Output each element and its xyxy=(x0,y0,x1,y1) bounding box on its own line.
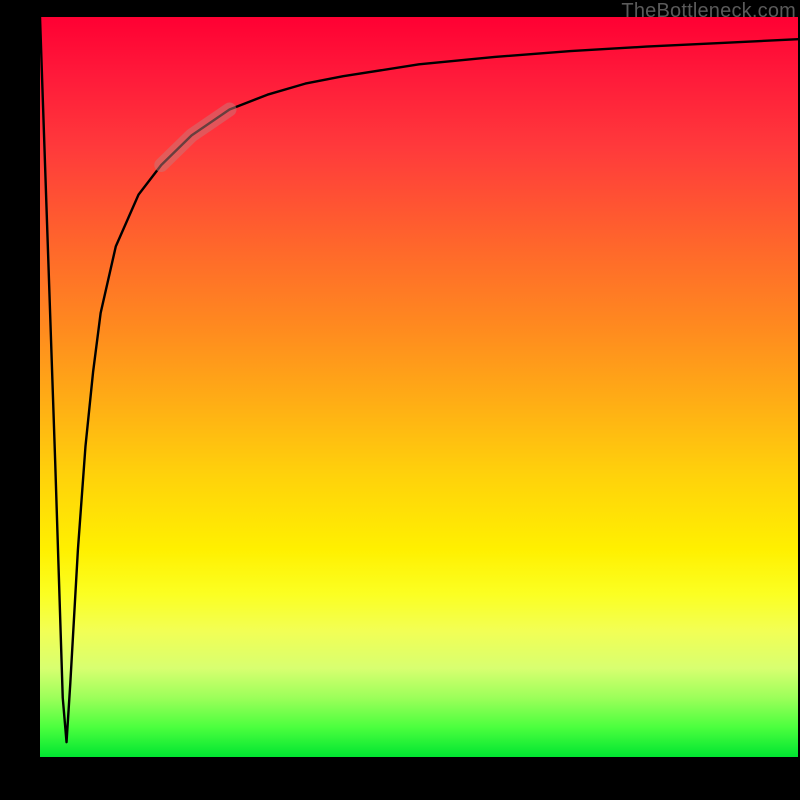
watermark-text: TheBottleneck.com xyxy=(621,0,796,23)
curve-highlight-segment xyxy=(161,110,229,166)
bottleneck-curve xyxy=(40,17,798,742)
plot-area xyxy=(40,17,798,757)
x-axis-blank xyxy=(0,757,800,800)
chart-frame: TheBottleneck.com xyxy=(0,0,800,800)
curve-svg xyxy=(40,17,798,757)
y-axis-blank xyxy=(0,0,40,800)
